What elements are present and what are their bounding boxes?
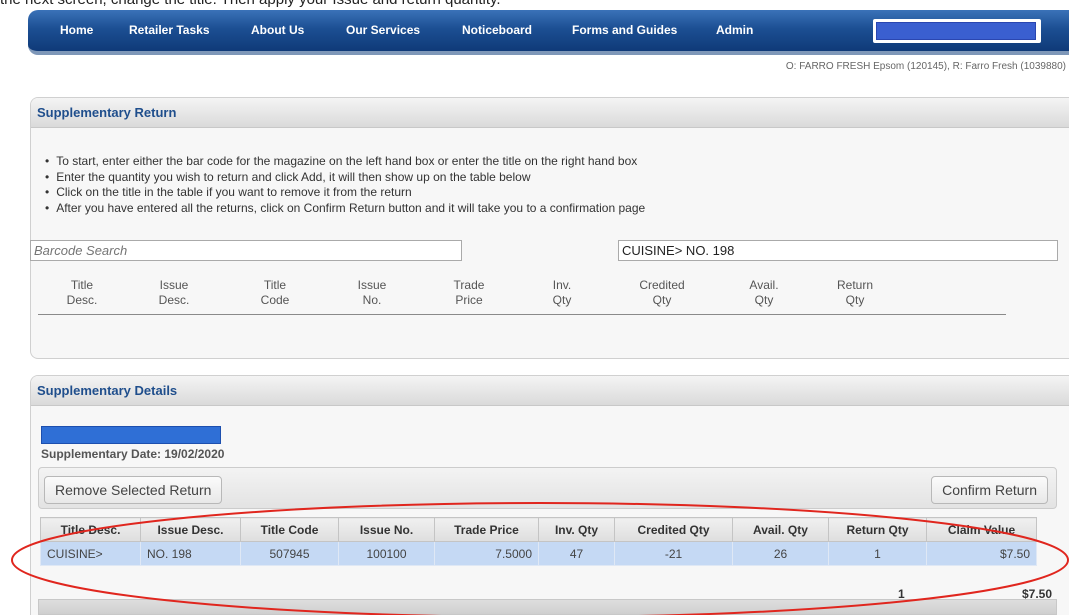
supplementary-return-panel: Supplementary Return [30, 97, 1069, 359]
redaction-block [41, 426, 221, 444]
nav-admin[interactable]: Admin [716, 10, 753, 51]
table-cell: 100100 [338, 541, 435, 566]
nav-home[interactable]: Home [60, 10, 93, 51]
button-toolbar: Remove Selected Return Confirm Return [38, 467, 1057, 509]
table-header-cell[interactable]: Credited Qty [614, 517, 733, 542]
table-cell: 47 [538, 541, 615, 566]
table-header-cell[interactable]: Title Desc. [40, 517, 141, 542]
remove-selected-return-button[interactable]: Remove Selected Return [44, 476, 223, 504]
table-cell: -21 [614, 541, 733, 566]
column-header: Credited Qty [639, 278, 685, 307]
column-header: Return Qty [836, 278, 874, 307]
table-cell: 26 [732, 541, 829, 566]
footer-return-count: 1 [898, 587, 905, 601]
table-header-cell[interactable]: Return Qty [828, 517, 927, 542]
table-header-cell[interactable]: Issue Desc. [140, 517, 241, 542]
redaction-block [876, 22, 1036, 40]
table-header-cell[interactable]: Avail. Qty [732, 517, 829, 542]
column-header: Trade Price [453, 278, 485, 307]
column-header: Title Desc. [66, 278, 98, 307]
table-header-row: Title Desc. Issue Desc. Title Code Issue… [40, 517, 1037, 542]
table-row[interactable]: CUISINE> NO. 198 507945 100100 7.5000 47… [40, 541, 1037, 566]
table-header-cell[interactable]: Title Code [240, 517, 339, 542]
instruction-item: Enter the quantity you wish to return an… [44, 170, 645, 186]
instructions-list: To start, enter either the bar code for … [44, 154, 645, 216]
nav-retailer-tasks[interactable]: Retailer Tasks [129, 10, 210, 51]
instruction-item: After you have entered all the returns, … [44, 201, 645, 217]
table-cell: 7.5000 [434, 541, 539, 566]
outlet-retailer-info: O: FARRO FRESH Epsom (120145), R: Farro … [785, 61, 1066, 72]
supplementary-return-header: Supplementary Return [31, 98, 1069, 128]
main-nav: Home Retailer Tasks About Us Our Service… [28, 10, 1069, 55]
return-table-divider [38, 314, 1006, 315]
table-cell: 507945 [240, 541, 339, 566]
table-cell: $7.50 [926, 541, 1037, 566]
nav-search-box[interactable] [873, 19, 1041, 43]
column-header: Inv. Qty [552, 278, 572, 307]
nav-forms-and-guides[interactable]: Forms and Guides [572, 10, 677, 51]
table-header-cell[interactable]: Inv. Qty [538, 517, 615, 542]
column-header: Avail. Qty [749, 278, 779, 307]
nav-noticeboard[interactable]: Noticeboard [462, 10, 532, 51]
app-root: the next screen, change the title. Then … [0, 0, 1069, 615]
instruction-item: To start, enter either the bar code for … [44, 154, 645, 170]
supplementary-date: Supplementary Date: 19/02/2020 [41, 447, 225, 461]
footer-claim-total: $7.50 [1022, 587, 1053, 601]
instruction-item: Click on the title in the table if you w… [44, 185, 645, 201]
nav-our-services[interactable]: Our Services [346, 10, 420, 51]
nav-about-us[interactable]: About Us [251, 10, 304, 51]
barcode-search-input[interactable] [30, 240, 462, 261]
table-cell: 1 [828, 541, 927, 566]
table-cell: NO. 198 [140, 541, 241, 566]
table-header-cell[interactable]: Claim Value [926, 517, 1037, 542]
supplementary-details-header: Supplementary Details [31, 376, 1069, 406]
confirm-return-button[interactable]: Confirm Return [931, 476, 1048, 504]
table-cell[interactable]: CUISINE> [40, 541, 141, 566]
table-footer-bar [38, 599, 1057, 615]
column-header: Title Code [260, 278, 290, 307]
column-header: Issue No. [357, 278, 387, 307]
column-header: Issue Desc. [158, 278, 190, 307]
table-header-cell[interactable]: Trade Price [434, 517, 539, 542]
supplementary-details-table: Title Desc. Issue Desc. Title Code Issue… [40, 517, 1037, 566]
table-header-cell[interactable]: Issue No. [338, 517, 435, 542]
title-search-input[interactable] [618, 240, 1058, 261]
document-caption: the next screen, change the title. Then … [0, 0, 1069, 8]
